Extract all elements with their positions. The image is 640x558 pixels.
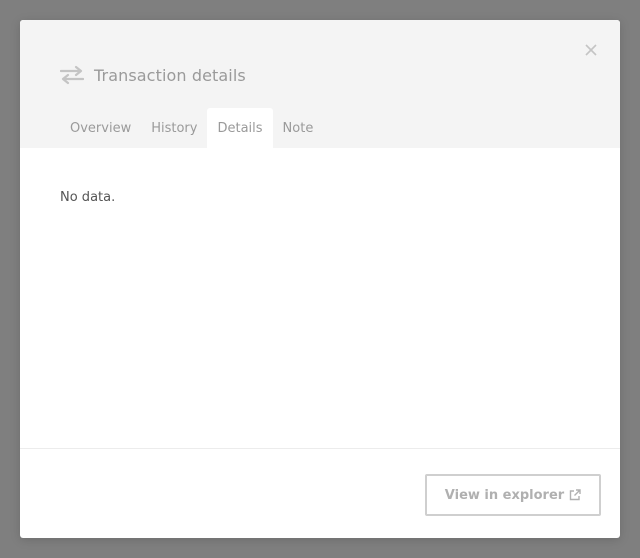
modal-header: Transaction details Overview History Det… xyxy=(20,20,620,148)
close-button[interactable] xyxy=(582,41,600,59)
transfer-arrows-icon xyxy=(59,65,85,85)
external-link-icon xyxy=(569,489,581,501)
modal-title-row: Transaction details xyxy=(59,62,246,88)
footer-divider xyxy=(20,448,620,449)
tab-note[interactable]: Note xyxy=(273,108,324,148)
close-icon xyxy=(585,44,597,56)
transaction-details-modal: Transaction details Overview History Det… xyxy=(20,20,620,538)
tab-overview[interactable]: Overview xyxy=(60,108,141,148)
modal-title: Transaction details xyxy=(94,65,246,85)
tab-bar: Overview History Details Note xyxy=(60,108,323,148)
tab-history[interactable]: History xyxy=(141,108,207,148)
empty-state-message: No data. xyxy=(60,190,116,205)
tab-details[interactable]: Details xyxy=(207,108,273,148)
view-in-explorer-button[interactable]: View in explorer xyxy=(425,474,601,516)
view-in-explorer-label: View in explorer xyxy=(444,487,565,503)
